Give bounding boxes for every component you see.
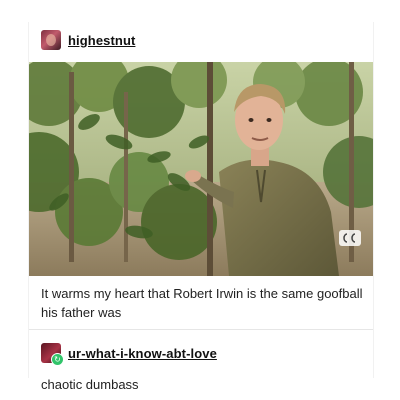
reblog-avatar-wrapper[interactable]: ↻ xyxy=(41,343,64,366)
reblog-comment: chaotic dumbass xyxy=(41,377,139,392)
reblog-icon: ↻ xyxy=(51,353,64,366)
reblog-header: ↻ ur-what-i-know-abt-love xyxy=(41,343,217,366)
reblog-divider xyxy=(29,329,373,330)
author-username-link[interactable]: highestnut xyxy=(68,33,135,48)
post-header: highestnut xyxy=(41,29,135,51)
post-image-graphic xyxy=(29,62,373,276)
post-caption: It warms my heart that Robert Irwin is t… xyxy=(41,286,363,320)
post-image[interactable] xyxy=(29,62,373,276)
author-avatar[interactable] xyxy=(41,30,61,50)
tumblr-post-card: highestnut It warms my heart that Robert… xyxy=(28,22,374,392)
closed-caption-icon[interactable] xyxy=(339,230,361,246)
reblog-username-link[interactable]: ur-what-i-know-abt-love xyxy=(68,346,217,361)
